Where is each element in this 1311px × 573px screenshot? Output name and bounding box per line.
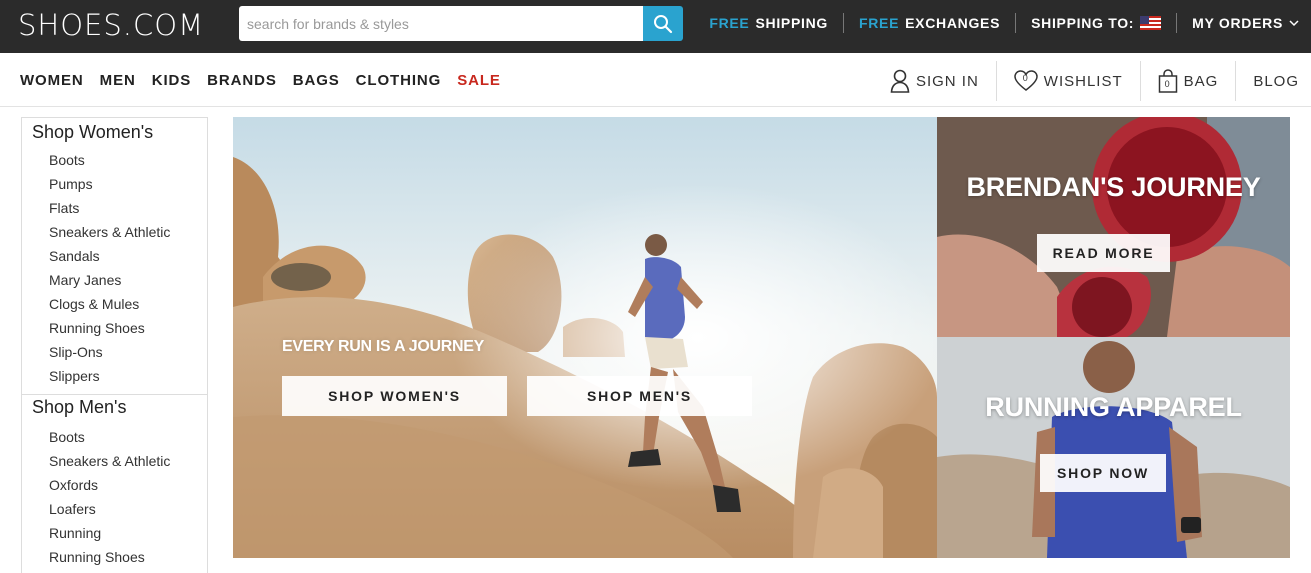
promo-photo-pomegranate: [937, 117, 1290, 337]
promo2-title: RUNNING APPAREL: [985, 392, 1242, 422]
sidebar-item-women-clogs[interactable]: Clogs & Mules: [22, 292, 207, 316]
read-more-button[interactable]: READ MORE: [1037, 234, 1170, 272]
shipping-to-selector[interactable]: SHIPPING TO:: [1016, 13, 1178, 33]
free-shipping-link[interactable]: FREE SHIPPING: [694, 13, 844, 33]
sidebar-item-women-pumps[interactable]: Pumps: [22, 172, 207, 196]
bag-link[interactable]: 0 BAG: [1139, 61, 1236, 101]
promo-photo-runner: [937, 337, 1290, 558]
sidebar-item-women-boots[interactable]: Boots: [22, 148, 207, 172]
sidebar-item-women-slippers[interactable]: Slippers: [22, 364, 207, 388]
top-links: FREE SHIPPING FREE EXCHANGES SHIPPING TO…: [694, 0, 1311, 46]
sidebar-item-men-sneakers[interactable]: Sneakers & Athletic: [22, 449, 207, 473]
sidebar-item-women-flats[interactable]: Flats: [22, 196, 207, 220]
free-exchanges-highlight: FREE: [858, 15, 900, 31]
nav-men[interactable]: MEN: [100, 72, 136, 89]
blog-label: BLOG: [1253, 72, 1299, 90]
blog-link[interactable]: BLOG: [1235, 61, 1311, 101]
my-orders-menu[interactable]: MY ORDERS: [1177, 13, 1311, 33]
sidebar-item-women-running-shoes[interactable]: Running Shoes: [22, 316, 207, 340]
sidebar-item-men-oxfords[interactable]: Oxfords: [22, 473, 207, 497]
free-exchanges-label: EXCHANGES: [905, 15, 1001, 31]
women-category-list: Boots Pumps Flats Sneakers & Athletic Sa…: [22, 148, 207, 388]
wishlist-link[interactable]: 0 WISHLIST: [995, 61, 1140, 101]
nav-sale[interactable]: SALE: [457, 72, 501, 89]
my-orders-label: MY ORDERS: [1192, 15, 1283, 31]
shop-now-button[interactable]: SHOP NOW: [1040, 454, 1166, 492]
shop-womens-button[interactable]: SHOP WOMEN'S: [282, 376, 507, 416]
sidebar-item-men-running-shoes[interactable]: Running Shoes: [22, 545, 207, 569]
men-category-list: Boots Sneakers & Athletic Oxfords Loafer…: [22, 425, 207, 569]
search-icon: [654, 14, 673, 33]
nav-women[interactable]: WOMEN: [20, 72, 84, 89]
sidebar-item-men-boots[interactable]: Boots: [22, 425, 207, 449]
utility-links: SIGN IN 0 WISHLIST 0 BAG BLOG: [873, 61, 1311, 101]
chevron-down-icon: [1289, 20, 1299, 27]
user-icon: [890, 69, 910, 93]
wishlist-label: WISHLIST: [1043, 72, 1123, 90]
sidebar-item-women-slip-ons[interactable]: Slip-Ons: [22, 340, 207, 364]
free-shipping-highlight: FREE: [709, 15, 750, 31]
top-bar: SHOES.COM FREE SHIPPING FREE EXCHANGES S…: [0, 0, 1311, 53]
shipping-to-label: SHIPPING TO:: [1031, 15, 1135, 31]
sign-in-link[interactable]: SIGN IN: [873, 61, 996, 101]
search-bar: [239, 6, 683, 41]
shop-mens-button[interactable]: SHOP MEN'S: [527, 376, 752, 416]
heart-icon: 0: [1014, 70, 1038, 92]
sidebar-item-men-running[interactable]: Running: [22, 521, 207, 545]
search-input[interactable]: [239, 6, 643, 41]
nav-clothing[interactable]: CLOTHING: [356, 72, 442, 89]
bag-label: BAG: [1183, 72, 1219, 90]
sidebar-item-men-loafers[interactable]: Loafers: [22, 497, 207, 521]
hero-tagline: EVERY RUN IS A JOURNEY: [282, 338, 485, 355]
sidebar-item-women-sneakers[interactable]: Sneakers & Athletic: [22, 220, 207, 244]
sidebar-item-women-sandals[interactable]: Sandals: [22, 244, 207, 268]
shop-women-heading[interactable]: Shop Women's: [22, 118, 207, 148]
free-exchanges-link[interactable]: FREE EXCHANGES: [844, 13, 1017, 33]
search-button[interactable]: [643, 6, 683, 41]
nav-brands[interactable]: BRANDS: [207, 72, 277, 89]
wishlist-count: 0: [1022, 73, 1029, 83]
sign-in-label: SIGN IN: [915, 72, 979, 90]
promo-running-apparel[interactable]: RUNNING APPAREL SHOP NOW: [937, 337, 1290, 558]
bag-count: 0: [1164, 79, 1171, 89]
sidebar-item-women-mary-janes[interactable]: Mary Janes: [22, 268, 207, 292]
category-sidebar: Shop Women's Boots Pumps Flats Sneakers …: [21, 117, 208, 573]
nav-bags[interactable]: BAGS: [293, 72, 340, 89]
shopping-bag-icon: 0: [1158, 69, 1178, 93]
site-logo[interactable]: SHOES.COM: [18, 8, 204, 42]
category-menu: WOMEN MEN KIDS BRANDS BAGS CLOTHING SALE: [20, 53, 501, 107]
shop-men-heading[interactable]: Shop Men's: [22, 397, 207, 425]
us-flag-icon: [1140, 16, 1162, 30]
promo-brendans-journey[interactable]: BRENDAN'S JOURNEY READ MORE: [937, 117, 1290, 337]
free-shipping-label: SHIPPING: [755, 15, 828, 31]
promo1-title: BRENDAN'S JOURNEY: [966, 172, 1261, 202]
nav-kids[interactable]: KIDS: [152, 72, 191, 89]
hero-banner[interactable]: EVERY RUN IS A JOURNEY SHOP WOMEN'S SHOP…: [233, 117, 937, 558]
main-nav: WOMEN MEN KIDS BRANDS BAGS CLOTHING SALE…: [0, 53, 1311, 107]
